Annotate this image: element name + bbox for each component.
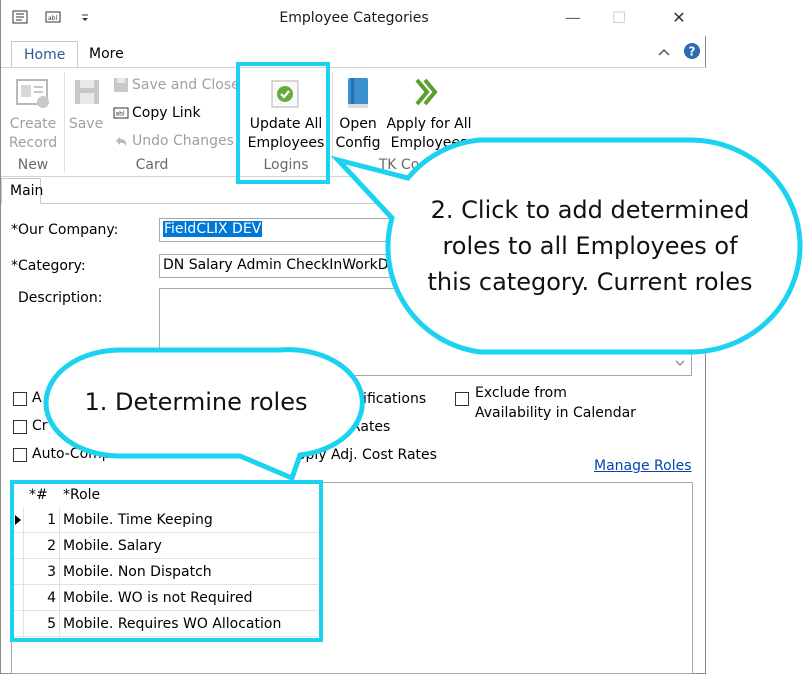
- exclude-availability-label: Exclude from Availability in Calendar: [475, 383, 636, 423]
- copy-link-icon: abl: [113, 107, 129, 119]
- apply-adj-cost-rates-label: Apply Adj. Cost Rates: [287, 447, 437, 463]
- description-label: Description:: [18, 290, 103, 306]
- cost-rates-label: t Rates: [341, 419, 391, 435]
- tab-more[interactable]: More: [77, 41, 136, 69]
- maximize-button[interactable]: ☐: [609, 8, 629, 28]
- description-field[interactable]: [159, 288, 692, 376]
- undo-icon: [116, 137, 127, 146]
- create-record-label-1: Create: [9, 116, 57, 132]
- callout-2-line-3: this category. Current roles: [427, 268, 753, 296]
- auto-complete-timecards-checkbox[interactable]: [13, 448, 27, 462]
- ribbon-tabs: Home More ?: [1, 36, 707, 69]
- callout-2-line-1: 2. Click to add determined: [430, 196, 750, 224]
- minimize-button[interactable]: —: [563, 8, 583, 28]
- exclude-availability-label-2: Availability in Calendar: [475, 405, 636, 421]
- copy-link-button[interactable]: Copy Link: [132, 104, 201, 122]
- title-bar: abl Employee Categories — ☐ ✕: [1, 0, 707, 36]
- group-separator: [64, 72, 65, 172]
- callout-2-line-2: roles to all Employees of: [442, 232, 738, 260]
- group-label-new: New: [17, 157, 49, 173]
- checkbox-cr[interactable]: [13, 420, 27, 434]
- category-field[interactable]: DN Salary Admin CheckInWorkD: [159, 254, 399, 278]
- save-and-close-button[interactable]: Save and Close: [132, 76, 240, 94]
- notifications-label: otifications: [349, 391, 427, 407]
- save-button[interactable]: Save: [67, 115, 105, 134]
- our-company-value: FieldCLIX DEV: [163, 221, 263, 237]
- open-config-label-1: Open: [339, 116, 377, 132]
- apply-for-all-employees-button[interactable]: Apply for All Employees: [383, 115, 475, 153]
- undo-changes-button[interactable]: Undo Changes: [132, 132, 234, 150]
- help-icon[interactable]: ?: [683, 42, 701, 60]
- checkbox-a[interactable]: [13, 392, 27, 406]
- open-config-button[interactable]: Open Config: [335, 115, 381, 153]
- our-company-field[interactable]: FieldCLIX DEV: [159, 218, 399, 242]
- checkbox-a-label: A: [32, 390, 42, 406]
- create-record-label-2: Record: [8, 135, 58, 151]
- apply-all-arrows-icon: [415, 78, 438, 106]
- checkbox-cr-label: Cr: [32, 418, 48, 434]
- callout-1-text: 1. Determine roles: [84, 388, 308, 416]
- exclude-availability-label-1: Exclude from: [475, 385, 567, 401]
- svg-text:?: ?: [689, 45, 696, 59]
- window-title: Employee Categories: [279, 10, 429, 26]
- exclude-availability-checkbox[interactable]: [455, 392, 469, 406]
- close-button[interactable]: ✕: [669, 8, 689, 28]
- apply-all-label-2: Employees: [390, 135, 468, 151]
- ribbon: Create Record New Save Save and Close ab…: [1, 67, 707, 177]
- collapse-ribbon-icon[interactable]: [657, 46, 671, 60]
- our-company-label: *Our Company:: [11, 222, 119, 238]
- create-record-icon: [16, 79, 49, 108]
- apply-all-label-1: Apply for All: [386, 116, 472, 132]
- chevron-down-icon[interactable]: [673, 356, 687, 370]
- open-config-label-2: Config: [335, 135, 381, 151]
- create-record-button[interactable]: Create Record: [7, 115, 59, 153]
- update-all-highlight-frame: [236, 62, 330, 184]
- group-label-tk-config: TK Co: [378, 157, 420, 173]
- callout-2-text: 2. Click to add determined roles to all …: [405, 192, 775, 300]
- auto-complete-timecards-label: Auto-Complete TimeCards: [32, 446, 217, 462]
- svg-text:abl: abl: [116, 111, 125, 118]
- save-icon: [75, 80, 99, 104]
- save-close-icon: [114, 78, 128, 92]
- roles-grid-highlight-frame: [10, 480, 323, 642]
- tab-home[interactable]: Home: [11, 41, 79, 69]
- manage-roles-link[interactable]: Manage Roles: [594, 458, 692, 474]
- tab-main[interactable]: Main: [1, 178, 43, 204]
- config-book-icon: [348, 78, 368, 108]
- group-label-card: Card: [135, 157, 169, 173]
- group-separator: [332, 72, 333, 172]
- category-label: *Category:: [11, 258, 86, 274]
